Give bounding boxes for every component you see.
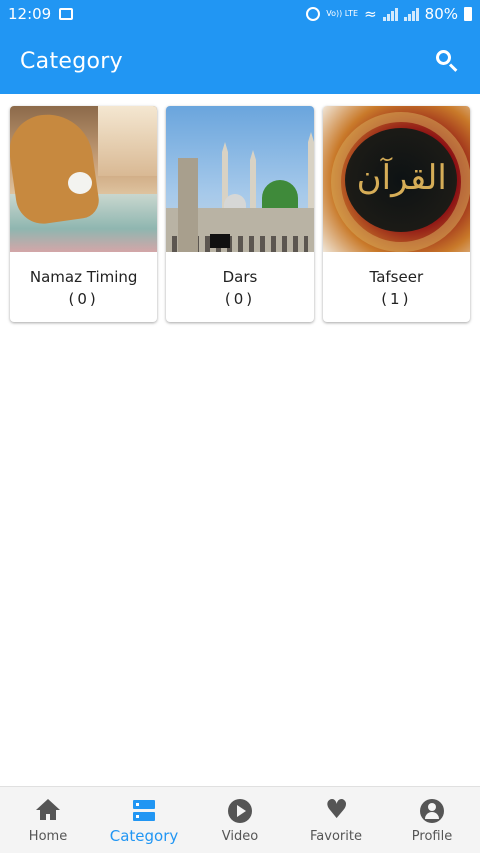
app-bar: Category [0, 28, 480, 94]
alarm-icon [306, 7, 321, 21]
nav-item-favorite[interactable]: ♥ Favorite [288, 787, 384, 853]
nav-label: Home [28, 829, 68, 844]
nav-item-home[interactable]: Home [0, 787, 96, 853]
battery-percent: 80% [424, 5, 458, 23]
category-card-namaz-timing[interactable]: Namaz Timing (0) [10, 106, 158, 322]
play-circle-icon [228, 799, 252, 823]
category-name: Namaz Timing [29, 268, 138, 286]
nav-item-video[interactable]: Video [192, 787, 288, 853]
category-count: (0) [68, 290, 99, 308]
nav-label: Category [109, 827, 179, 845]
volte-icon: Vo)) LTE [326, 9, 359, 18]
nav-item-category[interactable]: Category [96, 787, 192, 853]
category-count: (1) [381, 290, 412, 308]
quran-photo: القرآن [322, 106, 470, 252]
signal-icon-sim2 [403, 7, 419, 21]
prayer-photo [10, 106, 158, 252]
category-name: Dars [222, 268, 258, 286]
category-icon [132, 799, 156, 823]
heart-icon: ♥ [325, 795, 349, 825]
bottom-navigation: Home Category Video ♥ Favorite Profile [0, 786, 480, 853]
category-grid: Namaz Timing (0) Dars (0) القرآن Tafseer… [10, 106, 470, 322]
wifi-icon: ≈ [364, 5, 377, 23]
nav-label: Video [221, 829, 259, 844]
home-icon [36, 799, 60, 823]
signal-icon [382, 7, 398, 21]
battery-icon [464, 7, 472, 21]
page-title: Category [20, 48, 123, 74]
category-count: (0) [224, 290, 256, 308]
nav-label: Profile [411, 829, 453, 844]
profile-icon [420, 799, 444, 823]
search-icon[interactable] [434, 48, 460, 74]
status-bar: 12:09 Vo)) LTE ≈ 80% [0, 0, 480, 28]
category-card-tafseer[interactable]: القرآن Tafseer (1) [322, 106, 470, 322]
nav-item-profile[interactable]: Profile [384, 787, 480, 853]
category-card-dars[interactable]: Dars (0) [166, 106, 314, 322]
category-name: Tafseer [369, 268, 424, 286]
status-time: 12:09 [8, 5, 52, 23]
gallery-notification-icon [59, 8, 74, 20]
mosque-photo [166, 106, 314, 252]
nav-label: Favorite [310, 829, 362, 844]
